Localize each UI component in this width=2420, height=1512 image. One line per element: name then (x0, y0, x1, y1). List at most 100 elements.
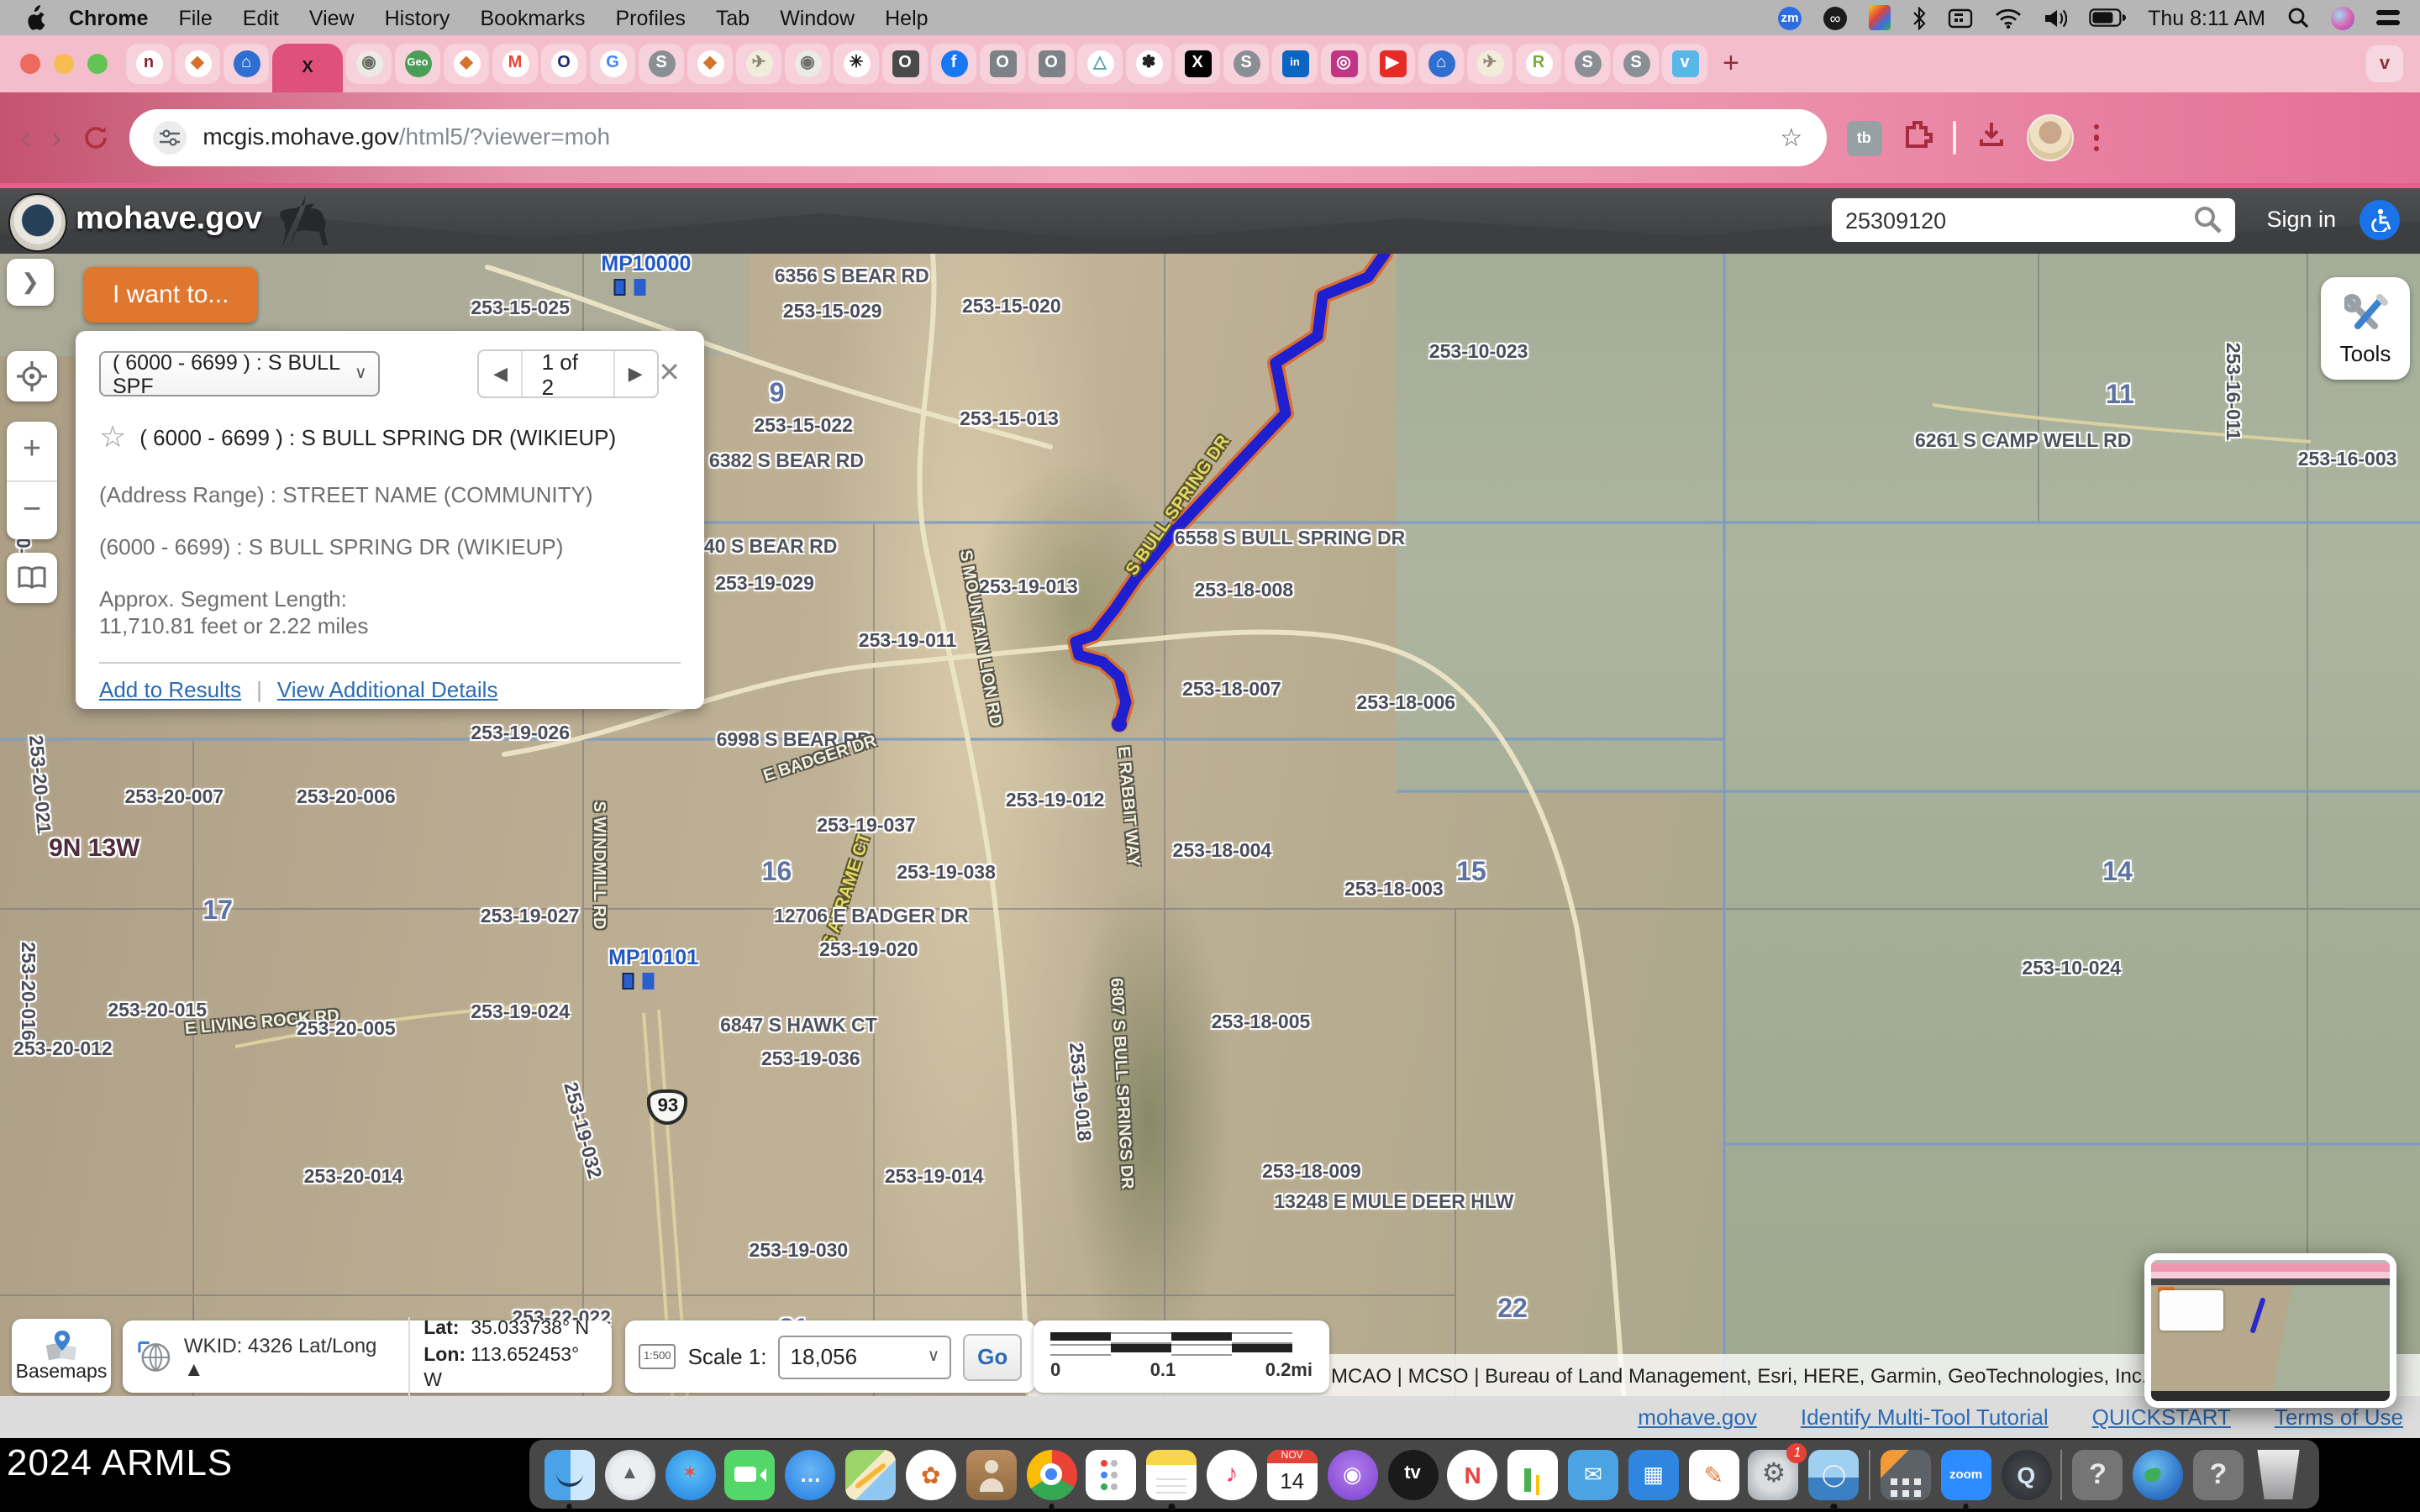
menu-item-profiles[interactable]: Profiles (601, 6, 701, 29)
keyboard-icon[interactable] (1948, 8, 1973, 28)
forward-button[interactable]: › (51, 122, 62, 154)
creative-cloud-icon[interactable]: ∞ (1823, 6, 1847, 29)
wkid-label[interactable]: WKID: 4326 Lat/Long ▲ (184, 1333, 397, 1380)
dock-icon-podcasts[interactable]: ◉ (1327, 1449, 1377, 1499)
dock-icon-numbers[interactable] (1507, 1449, 1558, 1499)
tab-county-seal-favicon[interactable]: ◉ (785, 44, 830, 84)
dock-icon-news[interactable]: N (1448, 1449, 1498, 1499)
tab-home-favicon[interactable]: ⌂ (1418, 44, 1464, 84)
menu-bar-clock[interactable]: Thu 8:11 AM (2148, 6, 2265, 29)
dock-icon-messages[interactable]: … (785, 1449, 835, 1499)
tab-netscape-favicon[interactable]: n (126, 44, 171, 84)
battery-icon[interactable] (2089, 8, 2126, 27)
site-brand[interactable]: mohave.gov (76, 202, 262, 239)
tab-home-favicon[interactable]: ⌂ (224, 44, 269, 84)
dock-icon-notes[interactable] (1146, 1449, 1197, 1499)
maximize-window-button[interactable] (87, 54, 108, 74)
url-bar[interactable]: mcgis.mohave.gov/html5/?viewer=moh ☆ (129, 109, 1826, 166)
dock-icon-finder[interactable] (544, 1449, 595, 1499)
menu-item-bookmarks[interactable]: Bookmarks (465, 6, 600, 29)
dock-icon-chrome[interactable] (1026, 1449, 1076, 1499)
coordinates-bar[interactable]: WKID: 4326 Lat/Long ▲ Lat:35.033738° N L… (123, 1320, 612, 1393)
tab-x-close-favicon-active[interactable]: X (272, 44, 343, 92)
basemaps-button[interactable]: Basemaps (12, 1319, 111, 1393)
map-viewport[interactable]: MP100006356 S BEAR RD253-15-025253-15-02… (0, 254, 2420, 1396)
menu-item-history[interactable]: History (370, 6, 466, 29)
dock-icon-facetime[interactable] (725, 1449, 776, 1499)
footer-link-terms-of-use[interactable]: Terms of Use (2275, 1404, 2403, 1430)
tab-geo-favicon[interactable]: Geo (395, 44, 440, 84)
tab-gray-s-favicon[interactable]: S (1565, 44, 1610, 84)
back-button[interactable]: ‹ (20, 122, 31, 154)
dock-icon-mail[interactable]: ✉ (1568, 1449, 1618, 1499)
dock-icon-globe[interactable] (2133, 1449, 2183, 1499)
tools-button[interactable]: Tools (2321, 277, 2410, 380)
scale-ruler-icon[interactable]: 1:500 (639, 1344, 676, 1369)
tab-gray-s-favicon[interactable]: S (1223, 44, 1269, 84)
dock-icon-settings[interactable]: ⚙1 (1749, 1449, 1799, 1499)
menu-item-edit[interactable]: Edit (228, 6, 294, 29)
tab-gray-o-favicon[interactable]: O (980, 44, 1025, 84)
menu-item-file[interactable]: File (163, 6, 227, 29)
dock-icon-music[interactable]: ♪ (1207, 1449, 1257, 1499)
tab-search-button[interactable]: v (2366, 45, 2403, 82)
i-want-to-button[interactable]: I want to... (84, 267, 257, 323)
dock-icon-maps[interactable] (845, 1449, 896, 1499)
control-center-icon[interactable] (2376, 8, 2400, 28)
bluetooth-icon[interactable] (1912, 6, 1926, 29)
tab-vimeo-favicon[interactable]: v (1662, 44, 1707, 84)
tab-linkedin-favicon[interactable]: in (1272, 44, 1318, 84)
dock-icon-unknown[interactable]: ? (2193, 1449, 2244, 1499)
tab-facebook-favicon[interactable]: f (931, 44, 976, 84)
result-dropdown[interactable]: ( 6000 - 6699 ) : S BULL SPF ∨ (99, 351, 381, 396)
dock-icon-trash[interactable] (2254, 1449, 2304, 1499)
downloads-icon[interactable] (1975, 118, 2006, 157)
dock-icon-keynote[interactable]: ▦ (1628, 1449, 1679, 1499)
dock-icon-contacts[interactable] (965, 1449, 1016, 1499)
menu-item-tab[interactable]: Tab (701, 6, 765, 29)
pager-prev-button[interactable]: ◀ (480, 363, 522, 385)
reload-button[interactable] (82, 124, 108, 151)
footer-link-identify-multi-tool-tutorial[interactable]: Identify Multi-Tool Tutorial (1801, 1404, 2049, 1430)
tab-navy-o-favicon[interactable]: O (541, 44, 587, 84)
tab-ornate-gear-favicon[interactable]: ✽ (1126, 44, 1171, 84)
dock-icon-quicktime[interactable]: Q (2001, 1449, 2051, 1499)
tab-gray-s-favicon[interactable]: S (1613, 44, 1659, 84)
tab-diamond-favicon[interactable]: ◆ (444, 44, 489, 84)
wifi-icon[interactable] (1995, 8, 2022, 28)
zoom-out-button[interactable]: − (7, 481, 57, 539)
tab-x-twitter-favicon[interactable]: X (1175, 44, 1220, 84)
dock-icon-launchpad[interactable]: ▲ (604, 1449, 655, 1499)
bookmarks-button[interactable] (7, 553, 57, 603)
volume-icon[interactable] (2044, 8, 2067, 28)
zoom-menu-icon[interactable]: zm (1778, 6, 1802, 29)
tab-county-seal-favicon[interactable]: ◉ (346, 44, 392, 84)
dock-icon-tv[interactable]: tv (1387, 1449, 1438, 1499)
footer-link-quickstart[interactable]: QUICKSTART (2092, 1404, 2231, 1430)
dock-icon-calculator[interactable] (1881, 1449, 1931, 1499)
tb-extension-icon[interactable]: tb (1846, 120, 1881, 155)
menu-item-chrome[interactable]: Chrome (54, 6, 163, 29)
dock-icon-preview[interactable]: ◯ (1809, 1449, 1860, 1499)
tab-teal-triangle-favicon[interactable]: △ (1077, 44, 1123, 84)
new-tab-button[interactable]: + (1723, 47, 1739, 81)
siri-icon[interactable] (2331, 6, 2354, 29)
dock-icon-safari[interactable]: ✶ (665, 1449, 715, 1499)
tab-gray-o-favicon[interactable]: O (1028, 44, 1074, 84)
tab-google-favicon[interactable]: G (590, 44, 635, 84)
menu-item-help[interactable]: Help (870, 6, 943, 29)
view-additional-details-link[interactable]: View Additional Details (277, 676, 498, 701)
tab-youtube-favicon[interactable]: ▶ (1370, 44, 1415, 84)
apple-menu-icon[interactable] (20, 4, 47, 31)
site-search-input[interactable] (1832, 198, 2235, 242)
screen-share-thumbnail[interactable] (2144, 1253, 2396, 1408)
go-button[interactable]: Go (963, 1333, 1022, 1380)
site-settings-icon[interactable] (152, 121, 186, 155)
spotlight-icon[interactable] (2287, 7, 2309, 29)
tab-gray-s-favicon[interactable]: S (639, 44, 684, 84)
nikon-icon[interactable] (1869, 5, 1891, 30)
tab-gmail-favicon[interactable]: M (492, 44, 538, 84)
tab-dark-o-favicon[interactable]: O (882, 44, 928, 84)
dock-icon-photos[interactable]: ✿ (906, 1449, 956, 1499)
panel-toggle-button[interactable]: ❯ (7, 259, 54, 306)
